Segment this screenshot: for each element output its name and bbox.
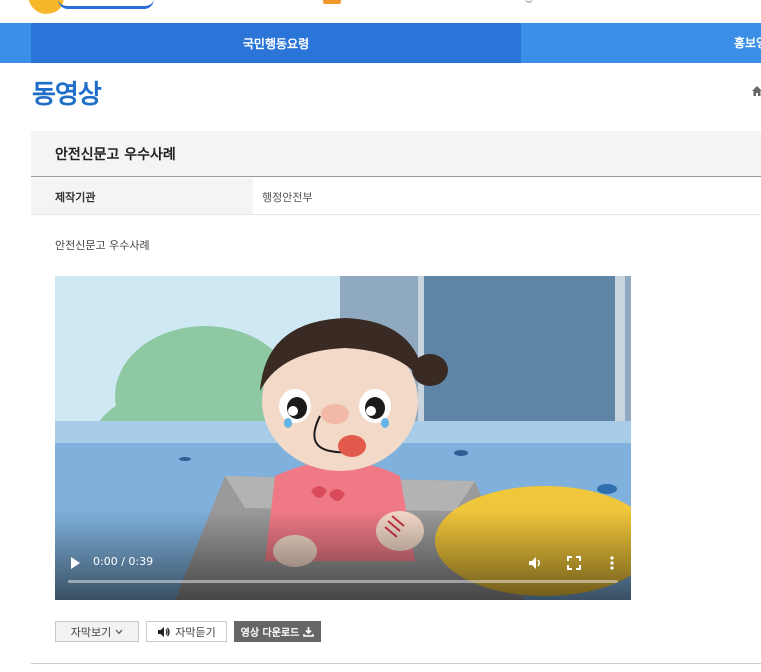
page-title: 동영상 — [32, 80, 102, 110]
subtitle-view-button[interactable]: 자막보기 — [55, 621, 139, 642]
info-label-cell: 제작기관 — [31, 178, 253, 214]
subtitle-view-label: 자막보기 — [70, 625, 112, 639]
nav-item-promotion[interactable]: 홍보영 — [734, 23, 761, 63]
nav-item-label: 국민행동요령 — [242, 36, 310, 51]
home-icon[interactable] — [751, 85, 761, 97]
global-nav: 국민행동요령 홍보영 — [0, 23, 761, 63]
speaker-icon — [158, 626, 170, 637]
site-logo-text — [58, 0, 154, 9]
download-icon — [303, 627, 315, 637]
nav-item-citizen-guide[interactable]: 국민행동요령 — [31, 23, 521, 63]
producer-value: 행정안전부 — [262, 191, 313, 204]
fullscreen-icon[interactable] — [567, 556, 581, 570]
video-download-button[interactable]: 영상 다운로드 — [234, 621, 321, 642]
subtitle-listen-label: 자막듣기 — [175, 625, 216, 639]
video-player[interactable]: 0:00 / 0:39 — [55, 276, 631, 600]
chevron-down-icon — [115, 629, 123, 634]
post-title: 안전신문고 우수사례 — [55, 147, 176, 163]
post-description: 안전신문고 우수사례 — [55, 239, 150, 252]
header-icon[interactable] — [323, 0, 341, 4]
post-header: 안전신문고 우수사례 — [31, 131, 761, 177]
video-time: 0:00 / 0:39 — [93, 555, 154, 568]
content-divider — [31, 663, 761, 664]
post-info-row: 제작기관 행정안전부 — [31, 178, 761, 215]
more-vertical-icon[interactable] — [609, 555, 615, 571]
play-icon[interactable] — [69, 556, 81, 570]
site-header — [0, 0, 761, 23]
producer-label: 제작기관 — [55, 191, 96, 204]
video-download-label: 영상 다운로드 — [240, 628, 300, 639]
volume-icon[interactable] — [527, 555, 543, 571]
nav-item-label: 홍보영 — [734, 36, 761, 50]
subtitle-listen-button[interactable]: 자막듣기 — [146, 621, 227, 642]
video-progress-bar[interactable] — [68, 580, 618, 583]
header-ornament — [525, 0, 533, 3]
